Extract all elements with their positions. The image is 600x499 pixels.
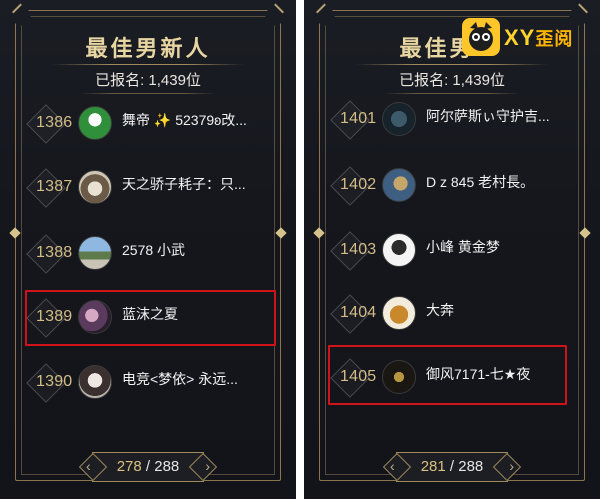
watermark-logo: XY歪阅: [462, 18, 598, 58]
pagination: ‹ › 281 / 288: [380, 452, 524, 482]
rank-number: 1386: [36, 114, 73, 131]
avatar[interactable]: [382, 233, 416, 267]
page-separator: /: [141, 458, 155, 475]
ranking-row[interactable]: 1404 大奔: [330, 294, 576, 334]
title-divider: [356, 64, 548, 65]
panel-title: 最佳男新人: [85, 36, 211, 62]
ranking-panel-left: 最佳男新人 已报名: 1,439位 1386 舞帝 ✨ 52379ʚ改... 1…: [0, 0, 296, 499]
highlight-box: [25, 290, 276, 346]
avatar[interactable]: [382, 296, 416, 330]
ranking-row[interactable]: 1387 天之骄子耗子：只...: [26, 168, 272, 208]
avatar[interactable]: [382, 168, 416, 202]
avatar[interactable]: [382, 102, 416, 136]
mascot-icon: [462, 18, 500, 56]
watermark-chinese: 歪阅: [535, 29, 574, 49]
page-indicator: 278 / 288: [76, 458, 220, 475]
rank-number: 1404: [340, 304, 377, 321]
ranking-row[interactable]: 1386 舞帝 ✨ 52379ʚ改...: [26, 104, 272, 144]
registered-count: 已报名: 1,439位: [95, 72, 201, 89]
rank-number: 1403: [340, 241, 377, 258]
highlight-box: [328, 345, 567, 405]
page-indicator: 281 / 288: [380, 458, 524, 475]
avatar[interactable]: [78, 106, 112, 140]
contestant-name[interactable]: 舞帝 ✨ 52379ʚ改...: [122, 110, 272, 130]
avatar[interactable]: [78, 236, 112, 270]
current-page: 281: [420, 458, 446, 475]
contestant-name[interactable]: 天之骄子耗子：只...: [122, 174, 272, 194]
rank-number: 1387: [36, 178, 73, 195]
contestant-name[interactable]: 小峰 黄金梦: [426, 237, 576, 257]
ranking-row[interactable]: 1403 小峰 黄金梦: [330, 231, 576, 271]
pagination: ‹ › 278 / 288: [76, 452, 220, 482]
watermark-latin: XY: [504, 25, 536, 50]
ranking-row[interactable]: 1388 2578 小武: [26, 234, 272, 274]
total-pages: 288: [458, 458, 484, 475]
watermark-text: XY歪阅: [504, 25, 573, 51]
ranking-row[interactable]: 1402 D z 845 老村長。: [330, 166, 576, 206]
contestant-name[interactable]: D z 845 老村長。: [426, 172, 576, 192]
ranking-panel-right: 最佳男 已报名: 1,439位 1401 阿尔萨斯ぃ守护吉... 1402 D …: [304, 0, 600, 499]
rank-number: 1401: [340, 110, 377, 127]
page-separator: /: [445, 458, 459, 475]
registered-count: 已报名: 1,439位: [399, 72, 505, 89]
rank-number: 1402: [340, 176, 377, 193]
avatar[interactable]: [78, 170, 112, 204]
current-page: 278: [116, 458, 142, 475]
subtitle-divider: [80, 93, 216, 94]
contestant-name[interactable]: 阿尔萨斯ぃ守护吉...: [426, 106, 576, 126]
rank-number: 1388: [36, 244, 73, 261]
ranking-row[interactable]: 1390 电竞<梦依> 永远...: [26, 363, 272, 403]
contestant-name[interactable]: 电竞<梦依> 永远...: [122, 369, 272, 389]
contestant-name[interactable]: 大奔: [426, 300, 576, 320]
rank-number: 1390: [36, 373, 73, 390]
total-pages: 288: [154, 458, 180, 475]
title-divider: [52, 64, 244, 65]
subtitle-divider: [384, 93, 520, 94]
ranking-row[interactable]: 1401 阿尔萨斯ぃ守护吉...: [330, 100, 576, 140]
avatar[interactable]: [78, 365, 112, 399]
contestant-name[interactable]: 2578 小武: [122, 240, 272, 260]
